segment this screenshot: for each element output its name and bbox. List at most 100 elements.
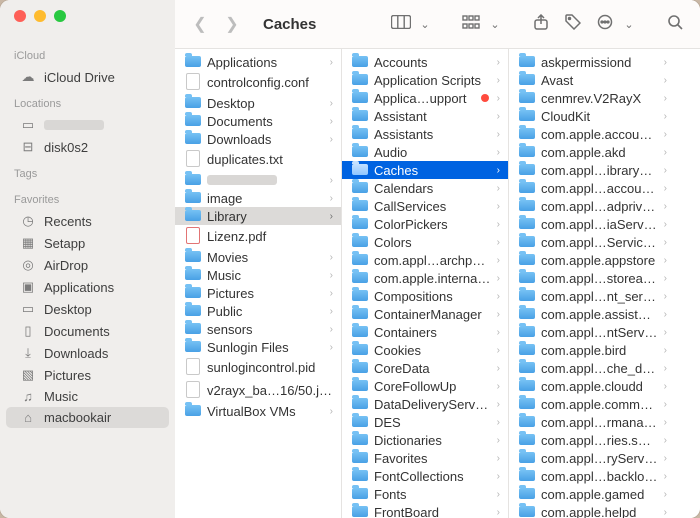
file-row[interactable]: Sunlogin Files› <box>175 338 341 356</box>
back-button[interactable]: ❮ <box>189 14 211 34</box>
file-row[interactable]: com.apple.cloudd› <box>509 377 675 395</box>
file-row[interactable]: Containers› <box>342 323 508 341</box>
file-row[interactable]: Documents› <box>175 112 341 130</box>
file-row[interactable]: Application Scripts› <box>342 71 508 89</box>
file-row[interactable]: Dictionaries› <box>342 431 508 449</box>
sidebar-item-documents[interactable]: ▯Documents <box>6 320 169 342</box>
file-row[interactable]: ContainerManager› <box>342 305 508 323</box>
file-row[interactable]: Applications› <box>175 53 341 71</box>
file-row[interactable]: Downloads› <box>175 130 341 148</box>
file-row[interactable]: Desktop› <box>175 94 341 112</box>
file-row[interactable]: Assistants› <box>342 125 508 143</box>
file-row[interactable]: Movies› <box>175 248 341 266</box>
file-row[interactable]: Fonts› <box>342 485 508 503</box>
file-row[interactable]: com.appl…ryServices› <box>509 449 675 467</box>
file-row[interactable]: com.apple.commerce› <box>509 395 675 413</box>
file-row[interactable]: com.appl…rmanagerd› <box>509 413 675 431</box>
file-row[interactable]: CoreData› <box>342 359 508 377</box>
sidebar-item-recents[interactable]: ◷Recents <box>6 210 169 232</box>
file-row[interactable]: com.apple.gamed› <box>509 485 675 503</box>
file-row[interactable]: ColorPickers› <box>342 215 508 233</box>
sidebar-item-music[interactable]: ♫Music <box>6 386 169 407</box>
sidebar-item-setapp[interactable]: ▦Setapp <box>6 232 169 254</box>
more-icon[interactable] <box>594 14 616 35</box>
file-row[interactable]: Caches› <box>342 161 508 179</box>
file-row[interactable]: Colors› <box>342 233 508 251</box>
file-row[interactable]: Lizenz.pdf <box>175 225 341 248</box>
search-icon[interactable] <box>664 14 686 35</box>
sidebar-item-applications[interactable]: ▣Applications <box>6 276 169 298</box>
file-row[interactable]: CallServices› <box>342 197 508 215</box>
file-row[interactable]: FrontBoard› <box>342 503 508 518</box>
file-row[interactable]: controlconfig.conf <box>175 71 341 94</box>
file-row[interactable]: com.appl…accountsd› <box>509 179 675 197</box>
sidebar-item-downloads[interactable]: ⤓Downloads <box>6 342 169 364</box>
file-row[interactable]: Music› <box>175 266 341 284</box>
sidebar-item-airdrop[interactable]: ◎AirDrop <box>6 254 169 276</box>
file-row[interactable]: Assistant› <box>342 107 508 125</box>
forward-button[interactable]: ❯ <box>221 14 243 34</box>
file-row[interactable]: Compositions› <box>342 287 508 305</box>
file-row[interactable]: cenmrev.V2RayX› <box>509 89 675 107</box>
close-icon[interactable] <box>14 10 26 22</box>
view-columns-icon[interactable] <box>390 15 412 34</box>
file-row[interactable]: com.apple.internal.ck› <box>342 269 508 287</box>
chevron-down-icon[interactable]: ⌄ <box>618 18 640 31</box>
column-1[interactable]: Accounts›Application Scripts›Applica…upp… <box>342 49 509 518</box>
file-row[interactable]: com.apple.assistantd› <box>509 305 675 323</box>
sidebar-item-blurred[interactable]: ▭ <box>6 114 169 136</box>
file-row[interactable]: com.appl…adprivacyd› <box>509 197 675 215</box>
file-row[interactable]: com.apple.bird› <box>509 341 675 359</box>
file-row[interactable]: DataDeliveryServices› <box>342 395 508 413</box>
file-row[interactable]: com.apple.accountsd› <box>509 125 675 143</box>
column-0[interactable]: Applications›controlconfig.confDesktop›D… <box>175 49 342 518</box>
file-row[interactable]: com.apple.appstore› <box>509 251 675 269</box>
file-row[interactable]: Library› <box>175 207 341 225</box>
file-row[interactable]: sunlogincontrol.pid <box>175 356 341 379</box>
sidebar-item-macbookair[interactable]: ⌂macbookair <box>6 407 169 428</box>
file-row[interactable]: VirtualBox VMs› <box>175 402 341 420</box>
chevron-down-icon[interactable]: ⌄ <box>414 18 436 31</box>
sidebar-item-icloud-drive[interactable]: ☁︎iCloud Drive <box>6 66 169 88</box>
file-row[interactable]: Avast› <box>509 71 675 89</box>
file-row[interactable]: CloudKit› <box>509 107 675 125</box>
file-row[interactable]: image› <box>175 189 341 207</box>
file-row[interactable]: Audio› <box>342 143 508 161</box>
file-row[interactable]: com.appl…nt_service› <box>509 287 675 305</box>
file-row[interactable]: com.appl…che_delete› <box>509 359 675 377</box>
file-row[interactable]: com.apple.akd› <box>509 143 675 161</box>
file-row[interactable]: duplicates.txt <box>175 148 341 171</box>
file-row[interactable]: Favorites› <box>342 449 508 467</box>
file-row[interactable]: CoreFollowUp› <box>342 377 508 395</box>
file-row[interactable]: com.appl…backlogger› <box>509 467 675 485</box>
group-by-icon[interactable] <box>460 15 482 34</box>
file-row[interactable]: com.appl…archpartyd› <box>342 251 508 269</box>
file-row[interactable]: com.appl…ServicesUI› <box>509 233 675 251</box>
sidebar-item-desktop[interactable]: ▭Desktop <box>6 298 169 320</box>
file-row[interactable]: Public› <box>175 302 341 320</box>
file-row[interactable]: Cookies› <box>342 341 508 359</box>
file-row[interactable]: FontCollections› <box>342 467 508 485</box>
file-row[interactable]: com.appl…ntServices› <box>509 323 675 341</box>
file-row[interactable]: Pictures› <box>175 284 341 302</box>
file-row[interactable]: Calendars› <box>342 179 508 197</box>
minimize-icon[interactable] <box>34 10 46 22</box>
chevron-down-icon[interactable]: ⌄ <box>484 18 506 31</box>
file-row[interactable]: Applica…upport› <box>342 89 508 107</box>
share-icon[interactable] <box>530 14 552 35</box>
sidebar-item-pictures[interactable]: ▧Pictures <box>6 364 169 386</box>
tags-icon[interactable] <box>562 14 584 35</box>
file-row[interactable]: Accounts› <box>342 53 508 71</box>
file-row[interactable]: askpermissiond› <box>509 53 675 71</box>
file-row[interactable]: DES› <box>342 413 508 431</box>
file-row[interactable]: sensors› <box>175 320 341 338</box>
file-row[interactable]: com.appl…storeagent› <box>509 269 675 287</box>
file-row[interactable]: com.apple.helpd› <box>509 503 675 518</box>
column-2[interactable]: askpermissiond›Avast›cenmrev.V2RayX›Clou… <box>509 49 675 518</box>
file-row[interactable]: com.appl…ibraryAgent› <box>509 161 675 179</box>
sidebar-item-disk0s2[interactable]: ⊟disk0s2 <box>6 136 169 158</box>
file-row[interactable]: › <box>175 171 341 189</box>
file-row[interactable]: v2rayx_ba…16/50.json <box>175 379 341 402</box>
zoom-icon[interactable] <box>54 10 66 22</box>
file-row[interactable]: com.appl…ries.service› <box>509 431 675 449</box>
